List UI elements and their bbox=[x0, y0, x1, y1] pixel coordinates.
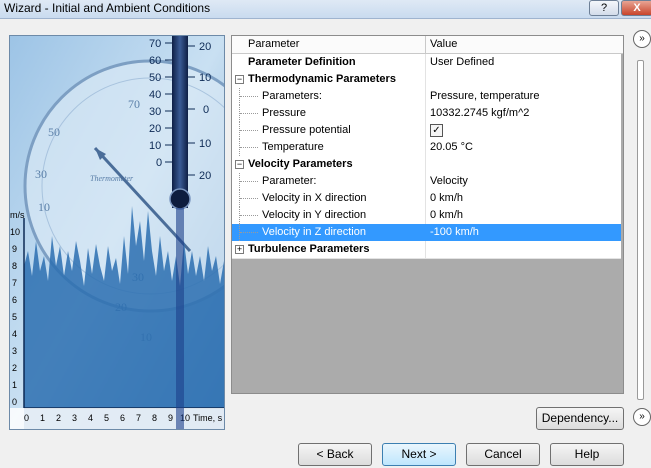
pressure-potential-checkbox[interactable]: ✓ bbox=[430, 124, 443, 137]
row-velocity-parameter[interactable]: Parameter: Velocity bbox=[232, 173, 621, 191]
chart-xtick-7: 7 bbox=[136, 413, 141, 423]
title-bar: Wizard - Initial and Ambient Conditions … bbox=[0, 0, 651, 19]
chart-ytick-6: 6 bbox=[12, 295, 17, 305]
chart-ytick-9: 9 bbox=[12, 244, 17, 254]
chart-ytick-1: 1 bbox=[12, 380, 17, 390]
row-temperature[interactable]: Temperature 20.05 °C bbox=[232, 139, 621, 157]
group-velocity-parameters[interactable]: − Velocity Parameters bbox=[232, 156, 621, 174]
dial-label-2: 30 bbox=[35, 167, 47, 181]
thermo-right-m10: 10 bbox=[199, 138, 211, 150]
thermo-right-10: 10 bbox=[199, 72, 211, 84]
dial-label-7: 70 bbox=[128, 97, 140, 111]
thermo-left-30: 30 bbox=[149, 106, 161, 118]
expand-panel-icon[interactable]: » bbox=[633, 408, 651, 426]
chart-xtick-6: 6 bbox=[120, 413, 125, 423]
back-button[interactable]: < Back bbox=[298, 443, 372, 466]
side-scrollbar[interactable] bbox=[637, 60, 644, 400]
chart-xtick-9: 9 bbox=[168, 413, 173, 423]
collapse-icon[interactable]: − bbox=[235, 75, 244, 84]
next-button[interactable]: Next > bbox=[382, 443, 456, 466]
thermo-left-20: 20 bbox=[149, 123, 161, 135]
cancel-button[interactable]: Cancel bbox=[466, 443, 540, 466]
chart-ytick-5: 5 bbox=[12, 312, 17, 322]
chart-xtick-2: 2 bbox=[56, 413, 61, 423]
row-velocity-x[interactable]: Velocity in X direction 0 km/h bbox=[232, 190, 621, 208]
wizard-illustration: 50 30 10 30 20 10 70 Thermometer m/s 10 … bbox=[9, 35, 225, 430]
thermo-right-20: 20 bbox=[199, 41, 211, 53]
thermo-left-40: 40 bbox=[149, 89, 161, 101]
dial-label-1: 50 bbox=[48, 125, 60, 139]
chart-xtick-1: 1 bbox=[40, 413, 45, 423]
group-turbulence-parameters[interactable]: + Turbulence Parameters bbox=[232, 241, 621, 259]
chart-xtick-4: 4 bbox=[88, 413, 93, 423]
chart-ytick-0: 0 bbox=[12, 397, 17, 407]
collapse-panel-icon[interactable]: » bbox=[633, 30, 651, 48]
chart-y-label: m/s bbox=[10, 210, 25, 220]
row-parameters[interactable]: Parameters: Pressure, temperature bbox=[232, 88, 621, 106]
row-parameter-definition[interactable]: Parameter Definition User Defined bbox=[232, 54, 621, 72]
thermo-left-10: 10 bbox=[149, 140, 161, 152]
chart-ytick-10: 10 bbox=[10, 227, 20, 237]
help-title-button[interactable]: ? bbox=[589, 0, 619, 16]
row-pressure-potential[interactable]: Pressure potential ✓ bbox=[232, 122, 621, 140]
thermometer-bulb bbox=[169, 188, 191, 210]
chart-ytick-4: 4 bbox=[12, 329, 17, 339]
close-button[interactable]: X bbox=[621, 0, 651, 16]
thermo-left-50: 50 bbox=[149, 72, 161, 84]
row-velocity-y[interactable]: Velocity in Y direction 0 km/h bbox=[232, 207, 621, 225]
dependency-button[interactable]: Dependency... bbox=[536, 407, 624, 430]
thermo-left-70: 70 bbox=[149, 38, 161, 50]
thermo-right-m20: 20 bbox=[199, 170, 211, 182]
chart-x-label: Time, s bbox=[193, 413, 223, 423]
dial-label-3: 10 bbox=[38, 200, 50, 214]
window-title: Wizard - Initial and Ambient Conditions bbox=[4, 1, 211, 15]
chart-ytick-2: 2 bbox=[12, 363, 17, 373]
expand-icon[interactable]: + bbox=[235, 245, 244, 254]
thermometer-tube bbox=[172, 36, 188, 208]
group-thermodynamic-parameters[interactable]: − Thermodynamic Parameters bbox=[232, 71, 621, 89]
chart-xtick-0: 0 bbox=[24, 413, 29, 423]
row-pressure[interactable]: Pressure 10332.2745 kgf/m^2 bbox=[232, 105, 621, 123]
chart-ytick-7: 7 bbox=[12, 278, 17, 288]
thermo-left-0: 0 bbox=[156, 157, 162, 169]
chart-xtick-3: 3 bbox=[72, 413, 77, 423]
chart-ytick-8: 8 bbox=[12, 261, 17, 271]
velocity-z-input[interactable]: -100 km/h bbox=[430, 226, 479, 238]
grid-header: Parameter Value bbox=[232, 36, 623, 54]
column-header-parameter[interactable]: Parameter bbox=[248, 38, 299, 50]
help-button[interactable]: Help bbox=[550, 443, 624, 466]
row-velocity-z[interactable]: Velocity in Z direction -100 km/h bbox=[232, 224, 621, 242]
chart-xtick-8: 8 bbox=[152, 413, 157, 423]
thermo-left-60: 60 bbox=[149, 55, 161, 67]
chart-ytick-3: 3 bbox=[12, 346, 17, 356]
column-header-value[interactable]: Value bbox=[430, 38, 457, 50]
parameter-grid: Parameter Value Parameter Definition Use… bbox=[231, 35, 624, 394]
collapse-icon[interactable]: − bbox=[235, 160, 244, 169]
chart-xtick-5: 5 bbox=[104, 413, 109, 423]
thermo-right-0: 0 bbox=[203, 104, 209, 116]
